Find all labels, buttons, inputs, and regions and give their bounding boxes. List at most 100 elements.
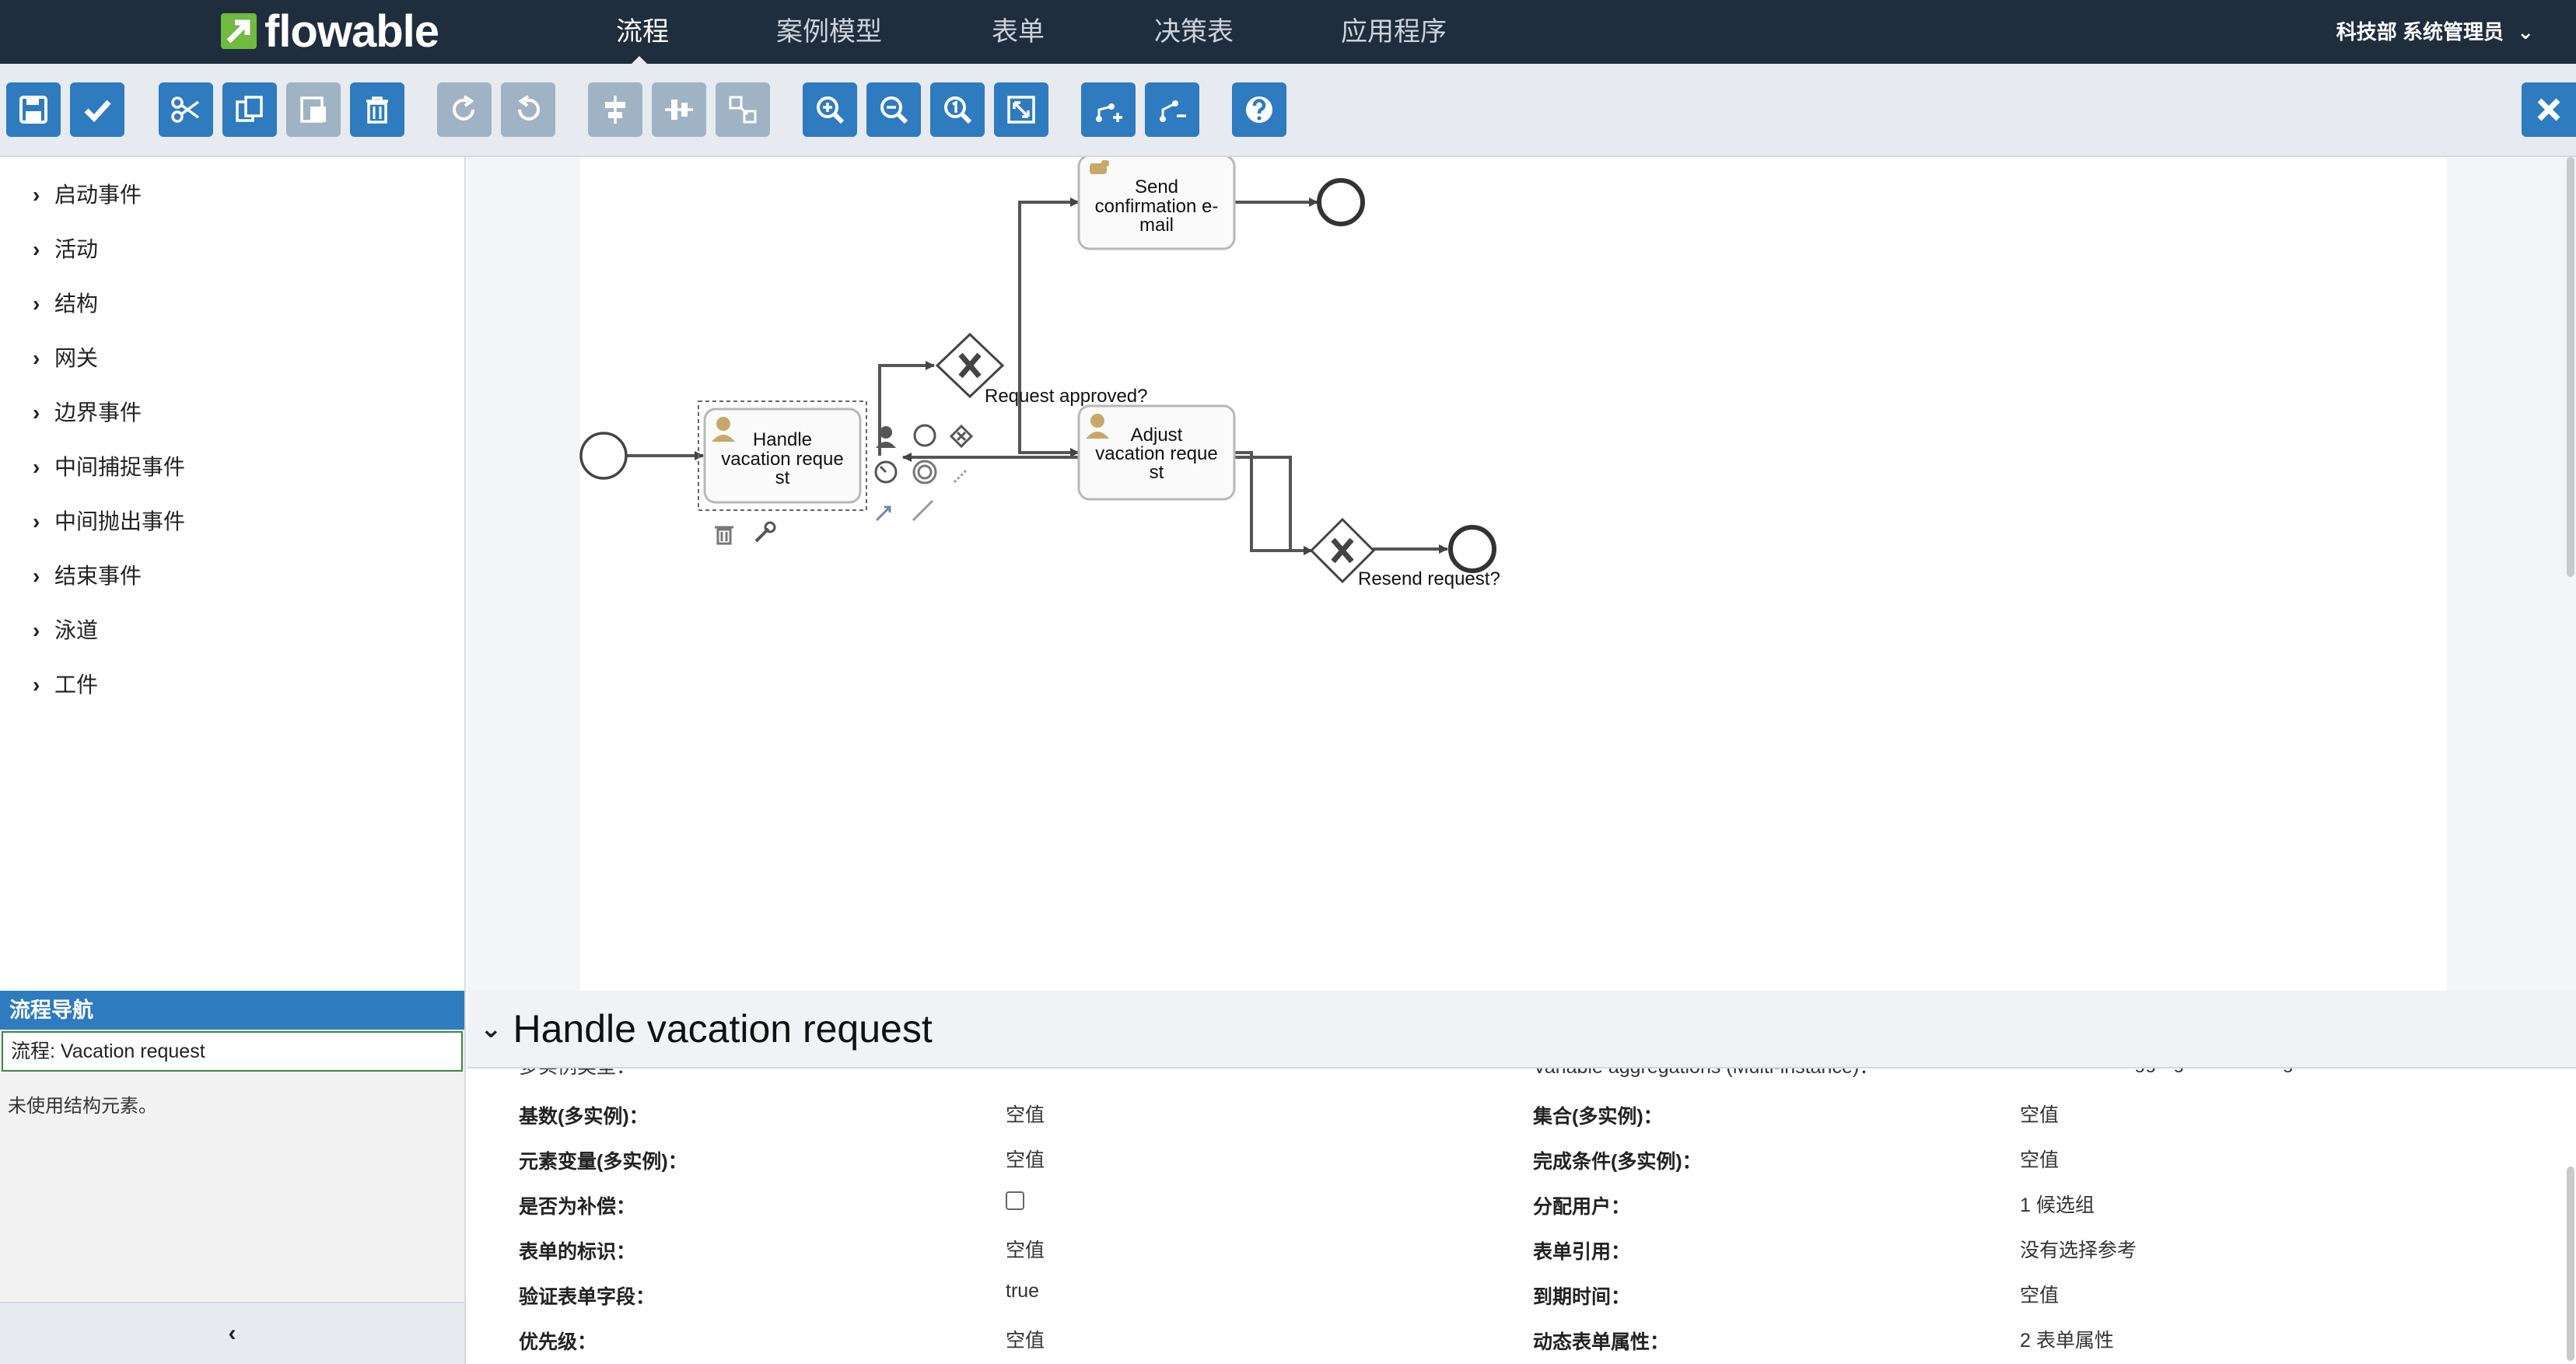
add-bendpoint-icon <box>1096 103 1122 122</box>
chevron-right-icon: › <box>33 400 40 425</box>
is-compensation-checkbox[interactable] <box>1006 1191 1024 1210</box>
task-label-line-3: st <box>1150 462 1164 483</box>
undo-button[interactable] <box>501 82 555 137</box>
start-event[interactable] <box>579 432 628 480</box>
palette-group-intermediate-catching[interactable]: › 中间捕捉事件 <box>33 448 185 487</box>
zoom-actual-icon <box>944 96 972 124</box>
user-name: 科技部 系统管理员 <box>2336 20 2504 44</box>
palette-group-intermediate-throwing[interactable]: › 中间抛出事件 <box>33 502 185 541</box>
process-navigator: 流程导航 流程: Vacation request 未使用结构元素。 ‹ <box>0 991 466 1364</box>
prop-label-assignment: 分配用户： <box>1533 1196 1631 1218</box>
chevron-down-icon: ⌄ <box>480 1014 502 1044</box>
validate-button[interactable] <box>70 82 124 137</box>
palette-group-gateways[interactable]: › 网关 <box>33 339 98 378</box>
prop-value-collection[interactable]: 空值 <box>2020 1100 2059 1128</box>
nav-tab-process[interactable]: 流程 <box>616 0 669 64</box>
palette-group-start-events[interactable]: › 启动事件 <box>33 176 142 215</box>
prop-value-element-variable[interactable]: 空值 <box>1006 1145 1045 1173</box>
prop-label-completion-condition: 完成条件(多实例)： <box>1533 1151 1702 1173</box>
zoom-fit-button[interactable] <box>994 82 1048 137</box>
chevron-right-icon: › <box>33 292 40 316</box>
add-gateway-icon[interactable] <box>949 424 974 449</box>
palette-group-label: 泳道 <box>54 618 99 642</box>
task-label-line-1: Adjust <box>1131 425 1183 446</box>
delete-element-icon[interactable] <box>715 526 733 545</box>
prop-value-form-key[interactable]: 空值 <box>1006 1235 1045 1263</box>
cut-button[interactable] <box>159 82 213 137</box>
palette-group-swimlanes[interactable]: › 泳道 <box>33 611 98 650</box>
flow-gateway1-to-adjust <box>1018 365 1080 457</box>
paste-icon <box>300 96 326 123</box>
prop-value-completion-condition[interactable]: 空值 <box>2020 1145 2059 1173</box>
selected-element-title: Handle vacation request <box>513 1007 933 1051</box>
prop-value-form-properties[interactable]: 2 表单属性 <box>2020 1325 2114 1353</box>
nav-tab-decision-tables[interactable]: 决策表 <box>1154 0 1234 64</box>
prop-label-form-key: 表单的标识： <box>519 1241 636 1263</box>
task-label-line-3: mail <box>1139 215 1174 236</box>
flow-gateway1-to-send <box>1018 198 1080 365</box>
palette-group-structural[interactable]: › 结构 <box>33 285 98 324</box>
add-intermediate-event-icon[interactable] <box>912 460 937 484</box>
delete-button[interactable] <box>350 82 404 137</box>
close-editor-button[interactable] <box>2522 82 2576 137</box>
bpmn-diagram[interactable]: Handle vacation reque st Request approve… <box>467 157 2576 991</box>
prop-value-validate-form-fields[interactable]: true <box>1006 1280 1039 1303</box>
task-adjust-vacation-request[interactable]: Adjust vacation reque st <box>1077 404 1236 501</box>
navigator-process-item[interactable]: 流程: Vacation request <box>2 1031 463 1072</box>
align-horizontal-button[interactable] <box>588 82 642 137</box>
prop-value-due-date[interactable]: 空值 <box>2020 1280 2059 1308</box>
diagram-canvas-area[interactable]: Handle vacation reque st Request approve… <box>467 157 2576 991</box>
add-bendpoint-button[interactable] <box>1081 82 1136 137</box>
palette-group-boundary-events[interactable]: › 边界事件 <box>33 393 142 432</box>
chevron-right-icon: › <box>33 455 40 479</box>
prop-value-cardinality[interactable]: 空值 <box>1006 1100 1045 1128</box>
task-label-line-1: Handle <box>753 429 812 450</box>
prop-value-assignment[interactable]: 1 候选组 <box>2020 1190 2095 1218</box>
copy-button[interactable] <box>222 82 277 137</box>
task-handle-vacation-request[interactable]: Handle vacation reque st <box>703 407 862 504</box>
prop-label-is-compensation: 是否为补偿： <box>519 1196 636 1218</box>
zoom-actual-button[interactable] <box>930 82 985 137</box>
add-end-event-icon[interactable] <box>913 424 936 447</box>
morph-shape-icon[interactable] <box>875 505 891 522</box>
canvas-scrollbar[interactable] <box>2567 157 2574 577</box>
prop-value-priority[interactable]: 空值 <box>1006 1325 1045 1353</box>
properties-header[interactable]: ⌄ Handle vacation request <box>467 991 2576 1068</box>
end-event-resend[interactable] <box>1448 525 1496 573</box>
add-timer-event-icon[interactable] <box>874 460 898 484</box>
chevron-right-icon: › <box>33 673 40 697</box>
zoom-fit-icon <box>1007 96 1035 124</box>
prop-value-form-reference[interactable]: 没有选择参考 <box>2020 1235 2137 1263</box>
properties-scrollbar[interactable] <box>2567 1166 2574 1361</box>
nav-tab-forms[interactable]: 表单 <box>992 0 1045 64</box>
save-button[interactable] <box>6 82 61 137</box>
nav-tab-case-model[interactable]: 案例模型 <box>776 0 882 64</box>
palette-group-artifacts[interactable]: › 工件 <box>33 666 98 705</box>
app-logo[interactable]: flowable <box>219 6 439 57</box>
shape-palette: › 启动事件 › 活动 › 结构 › 网关 › 边界事件 › 中间捕捉事件 › 中间抛出事件 … <box>0 157 466 991</box>
remove-bendpoint-button[interactable] <box>1145 82 1199 137</box>
palette-group-activities[interactable]: › 活动 <box>33 230 98 269</box>
zoom-in-button[interactable] <box>803 82 857 137</box>
same-size-button[interactable] <box>716 82 770 137</box>
collapse-navigator-button[interactable]: ‹ <box>0 1302 464 1364</box>
help-button[interactable] <box>1232 82 1286 137</box>
end-event-approved[interactable] <box>1317 178 1365 226</box>
same-size-icon <box>729 96 757 124</box>
nav-tab-apps[interactable]: 应用程序 <box>1341 0 1447 64</box>
palette-group-label: 结构 <box>54 292 99 316</box>
paste-button[interactable] <box>286 82 341 137</box>
user-menu[interactable]: 科技部 系统管理员 ⌄ <box>2336 0 2534 64</box>
task-send-confirmation-email[interactable]: Send confirmation e- mail <box>1077 157 1236 250</box>
gateway-request-approved[interactable]: Request approved? <box>935 332 1147 407</box>
top-navigation-bar: flowable 流程 案例模型 表单 决策表 应用程序 科技部 系统管理员 ⌄ <box>0 0 2576 65</box>
add-sequence-flow-icon[interactable] <box>912 499 934 522</box>
edit-element-icon[interactable] <box>754 521 776 543</box>
redo-button[interactable] <box>437 82 492 137</box>
align-vertical-button[interactable] <box>652 82 706 137</box>
zoom-out-button[interactable] <box>866 82 921 137</box>
palette-group-end-events[interactable]: › 结束事件 <box>33 557 142 596</box>
check-icon <box>84 100 111 123</box>
task-label-line-2: vacation reque <box>721 449 843 470</box>
add-association-icon[interactable] <box>953 468 968 484</box>
